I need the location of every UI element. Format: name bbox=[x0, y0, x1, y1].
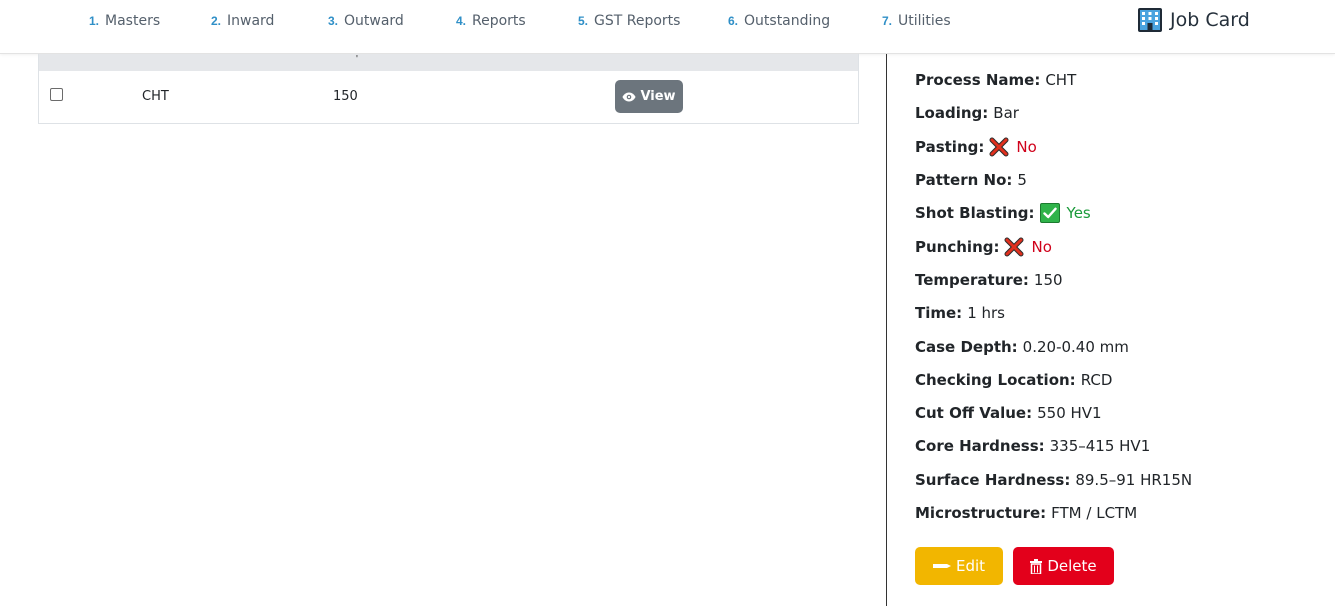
nav-item-outstanding[interactable]: 6. Outstanding bbox=[728, 12, 830, 29]
detail-label: Temperature: bbox=[915, 271, 1029, 289]
nav-item-gst-reports[interactable]: 5. GST Reports bbox=[578, 12, 680, 29]
cross-mark-icon bbox=[989, 137, 1009, 157]
detail-value: FTM / LCTM bbox=[1051, 504, 1138, 522]
nav-label: GST Reports bbox=[594, 13, 681, 29]
detail-label: Process Name: bbox=[915, 71, 1041, 89]
detail-label: Time: bbox=[915, 304, 963, 322]
cross-mark-icon bbox=[1004, 237, 1024, 257]
trash-icon bbox=[1030, 558, 1043, 574]
detail-pattern-no: Pattern No: 5 bbox=[915, 171, 1027, 189]
detail-process-name: Process Name: CHT bbox=[915, 71, 1076, 89]
detail-value: RCD bbox=[1080, 371, 1113, 389]
table-row: CHT 150 View bbox=[39, 71, 858, 123]
detail-label: Checking Location: bbox=[915, 371, 1076, 389]
detail-label: Cut Off Value: bbox=[915, 404, 1033, 422]
nav-label: Utilities bbox=[898, 13, 951, 29]
nav-number: 3. bbox=[328, 14, 339, 28]
nav-label: Outward bbox=[344, 13, 404, 29]
detail-checking-location: Checking Location: RCD bbox=[915, 371, 1112, 389]
check-mark-icon bbox=[1039, 203, 1060, 223]
building-icon bbox=[1138, 8, 1162, 32]
detail-value: 5 bbox=[1017, 171, 1027, 189]
delete-button[interactable]: Delete bbox=[1013, 547, 1114, 585]
view-button-label: View bbox=[640, 89, 676, 104]
detail-value: CHT bbox=[1045, 71, 1077, 89]
detail-time: Time: 1 hrs bbox=[915, 304, 1005, 322]
detail-value: 150 bbox=[1033, 271, 1063, 289]
detail-value: Yes bbox=[1066, 204, 1091, 222]
nav-item-masters[interactable]: 1. Masters bbox=[89, 12, 160, 29]
process-cell: CHT bbox=[142, 89, 169, 104]
detail-temperature: Temperature: 150 bbox=[915, 271, 1063, 289]
nav-number: 6. bbox=[728, 14, 739, 28]
nav-number: 4. bbox=[456, 14, 467, 28]
nav-number: 1. bbox=[89, 14, 100, 28]
detail-value: Bar bbox=[993, 104, 1019, 122]
detail-punching: Punching: No bbox=[915, 237, 1052, 257]
nav-item-utilities[interactable]: 7. Utilities bbox=[882, 12, 951, 29]
delete-button-label: Delete bbox=[1047, 557, 1097, 575]
nav-item-reports[interactable]: 4. Reports bbox=[456, 12, 526, 29]
detail-cut-off-value: Cut Off Value: 550 HV1 bbox=[915, 404, 1102, 422]
detail-value: 89.5–91 HR15N bbox=[1075, 471, 1193, 489]
detail-label: Pasting: bbox=[915, 138, 985, 156]
eye-icon bbox=[622, 92, 636, 101]
nav-label: Outstanding bbox=[744, 13, 831, 29]
page-title: Job Card bbox=[1170, 9, 1250, 31]
detail-value: No bbox=[1031, 238, 1052, 256]
detail-value: 550 HV1 bbox=[1037, 404, 1102, 422]
detail-shot-blasting: Shot Blasting: Yes bbox=[915, 203, 1091, 223]
nav-label: Masters bbox=[105, 13, 161, 29]
detail-value: 335–415 HV1 bbox=[1049, 437, 1151, 455]
edit-button[interactable]: Edit bbox=[915, 547, 1003, 585]
detail-value: 0.20-0.40 mm bbox=[1022, 338, 1129, 356]
detail-surface-hardness: Surface Hardness: 89.5–91 HR15N bbox=[915, 471, 1192, 489]
table-header-fragment: ' bbox=[356, 54, 358, 65]
row-checkbox[interactable] bbox=[50, 88, 63, 101]
nav-number: 7. bbox=[882, 14, 893, 28]
detail-label: Microstructure: bbox=[915, 504, 1047, 522]
detail-value: 1 hrs bbox=[967, 304, 1005, 322]
detail-label: Punching: bbox=[915, 238, 1000, 256]
brand[interactable]: Job Card bbox=[1137, 7, 1250, 33]
nav-number: 2. bbox=[211, 14, 222, 28]
nav-item-inward[interactable]: 2. Inward bbox=[211, 12, 274, 29]
detail-label: Surface Hardness: bbox=[915, 471, 1071, 489]
detail-label: Core Hardness: bbox=[915, 437, 1045, 455]
nav-label: Reports bbox=[472, 13, 526, 29]
detail-core-hardness: Core Hardness: 335–415 HV1 bbox=[915, 437, 1150, 455]
detail-microstructure: Microstructure: FTM / LCTM bbox=[915, 504, 1137, 522]
detail-loading: Loading: Bar bbox=[915, 104, 1019, 122]
detail-case-depth: Case Depth: 0.20-0.40 mm bbox=[915, 338, 1129, 356]
nav-item-outward[interactable]: 3. Outward bbox=[328, 12, 404, 29]
table-header: ' bbox=[39, 54, 858, 71]
panel-divider bbox=[886, 54, 887, 606]
detail-label: Shot Blasting: bbox=[915, 204, 1035, 222]
detail-pasting: Pasting: No bbox=[915, 137, 1037, 157]
nav-number: 5. bbox=[578, 14, 589, 28]
pencil-icon bbox=[932, 564, 951, 568]
view-button[interactable]: View bbox=[615, 80, 683, 113]
detail-label: Pattern No: bbox=[915, 171, 1013, 189]
edit-button-label: Edit bbox=[955, 557, 986, 575]
temperature-cell: 150 bbox=[333, 89, 358, 104]
nav-label: Inward bbox=[227, 13, 275, 29]
detail-label: Loading: bbox=[915, 104, 989, 122]
detail-label: Case Depth: bbox=[915, 338, 1018, 356]
detail-value: No bbox=[1016, 138, 1037, 156]
process-table: ' CHT 150 View bbox=[38, 54, 859, 124]
top-navbar: 1. Masters 2. Inward 3. Outward 4. Reports 5… bbox=[0, 0, 1335, 54]
